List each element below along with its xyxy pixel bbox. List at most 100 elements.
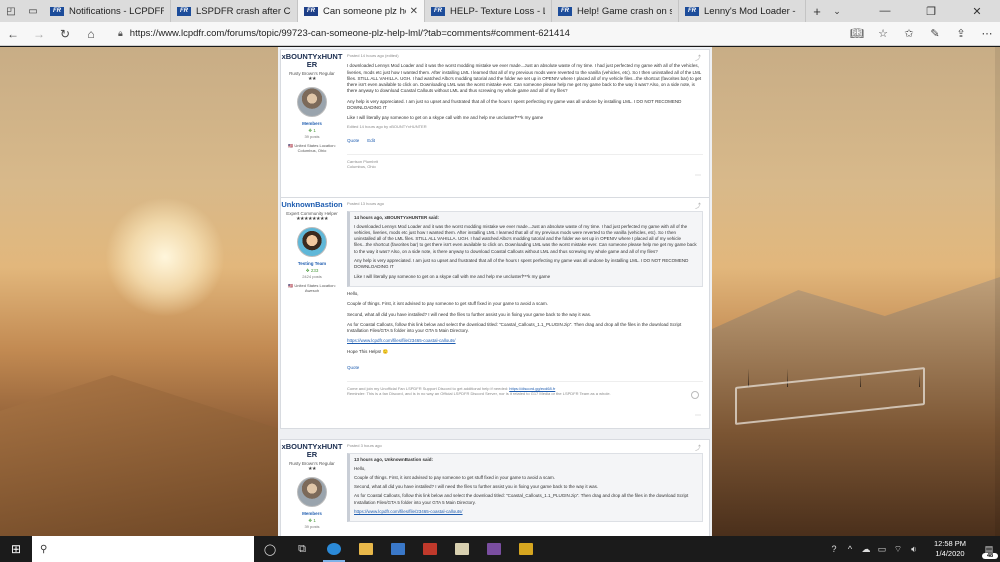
reaction-button[interactable] xyxy=(691,391,699,399)
new-tab-icon[interactable]: + xyxy=(806,4,828,19)
lcpdfr-favicon-icon: FR xyxy=(304,6,318,16)
post-content: Posted 3 hours ago 13 hours ago, Unknown… xyxy=(347,443,703,526)
set-aside-tabs-icon[interactable]: ◰ xyxy=(0,0,22,22)
browser-tab-active[interactable]: FR Can someone plz help? ✕ xyxy=(298,0,425,22)
show-hidden-icons-chevron-icon[interactable]: ^ xyxy=(842,544,858,554)
windows-start-icon[interactable]: ⊞ xyxy=(0,542,32,556)
action-center-icon[interactable]: ▤ 48 xyxy=(978,536,1000,562)
post-signature: Carrison Plumbrit Columbus, Ohio xyxy=(347,154,703,169)
forward-arrow-icon[interactable]: → xyxy=(26,27,52,41)
post-paragraph: Couple of things. First, it isnt advised… xyxy=(347,301,549,307)
battery-icon[interactable]: ▭ xyxy=(874,544,890,555)
refresh-icon[interactable]: ↻ xyxy=(52,27,78,41)
author-location: 🇺🇸 United States Location: Awesoh xyxy=(288,283,336,293)
quote-button[interactable]: Quote xyxy=(347,138,359,144)
avatar[interactable] xyxy=(297,227,327,257)
background-radio-tower xyxy=(748,87,788,387)
url-field[interactable]: 🔒︎ https://www.lcpdfr.com/forums/topic/9… xyxy=(118,25,818,43)
cloud-icon[interactable]: ☁ xyxy=(858,544,874,555)
volume-icon[interactable]: 🔉︎ xyxy=(906,544,922,555)
author-post-count: 39 posts xyxy=(304,134,320,139)
app-icon-red[interactable] xyxy=(414,536,446,562)
help-icon[interactable]: ? xyxy=(826,544,842,554)
taskbar-search-box[interactable]: ⚲ xyxy=(32,536,254,562)
author-post-count: 39 posts xyxy=(304,524,320,529)
openiv-icon[interactable] xyxy=(446,536,478,562)
file-explorer-icon[interactable] xyxy=(350,536,382,562)
quote-button[interactable]: Quote xyxy=(347,365,359,371)
avatar[interactable] xyxy=(297,477,327,507)
author-post-count: 2424 posts xyxy=(302,274,322,279)
browser-tab[interactable]: FR LSPDFR crash after Coastal- xyxy=(171,0,298,22)
tab-preview-icon[interactable]: ▭ xyxy=(22,0,44,22)
avatar[interactable] xyxy=(297,87,327,117)
back-arrow-icon[interactable]: ← xyxy=(0,27,26,41)
coastal-callouts-link[interactable]: https://www.lcpdfr.com/files/file/23465-… xyxy=(354,509,463,514)
quote-block: 13 hours ago, UnknownBastion said: Hello… xyxy=(347,453,703,523)
quote-block: 14 hours ago, xBOUNTYxHUNTER said: I dow… xyxy=(347,211,703,287)
pen-icon[interactable]: ✎ xyxy=(922,27,948,40)
more-menu-icon[interactable]: ⋯ xyxy=(974,27,1000,40)
maximize-icon[interactable]: ❐ xyxy=(908,5,954,18)
quote-paragraph: I downloaded Lennys Mod Loader and it wa… xyxy=(354,223,697,254)
author-username[interactable]: xBOUNTYxHUNTER xyxy=(281,443,343,459)
post-actions: Quote xyxy=(347,365,703,371)
quote-paragraph: Hello, xyxy=(354,465,366,471)
home-icon[interactable]: ⌂ xyxy=(78,27,104,41)
lcpdfr-favicon-icon: FR xyxy=(431,6,445,16)
author-stars: ★★ xyxy=(308,76,316,82)
post-author-panel: UnknownBastion Expert Community Helper ★… xyxy=(281,198,343,294)
browser-tab[interactable]: FR Lenny's Mod Loader - Page xyxy=(679,0,806,22)
author-group: Members xyxy=(302,121,322,126)
winrar-icon[interactable] xyxy=(478,536,510,562)
background-radio-tower xyxy=(860,57,920,387)
report-post-icon[interactable]: ⋯ xyxy=(695,412,701,419)
toolbar-icons: 📖︎ ☆ ✩ ✎ ⇪ ⋯ xyxy=(844,27,1000,40)
close-window-icon[interactable]: ✕ xyxy=(954,5,1000,18)
browser-tab[interactable]: FR Notifications - LCPDFR.com xyxy=(44,0,171,22)
browser-tab[interactable]: FR Help! Game crash on startuj xyxy=(552,0,679,22)
post-author-panel: xBOUNTYxHUNTER Rusty Brown's Regular ★★ … xyxy=(281,440,343,530)
url-path: /forums/topic/99723-can-someone-plz-help… xyxy=(224,28,570,39)
tab-list-chevron-icon[interactable]: ⌄ xyxy=(828,6,846,17)
report-post-icon[interactable]: ⋯ xyxy=(695,172,701,179)
author-username[interactable]: xBOUNTYxHUNTER xyxy=(281,53,343,69)
post-paragraph: Hello, xyxy=(347,290,359,296)
tab-title: Help! Game crash on startuj xyxy=(577,5,672,17)
share-post-icon[interactable]: ⤴ xyxy=(695,53,701,62)
post-paragraph: I downloaded Lennys Mod Loader and it wa… xyxy=(347,63,702,94)
cortana-icon[interactable]: ◯ xyxy=(254,536,286,562)
edit-button[interactable]: Edit xyxy=(367,138,375,144)
post-content: Posted 13 hours ago 14 hours ago, xBOUNT… xyxy=(347,201,703,396)
task-view-icon[interactable]: ⧉ xyxy=(286,536,318,562)
network-icon[interactable]: ⌔ xyxy=(890,544,906,555)
lcpdfr-favicon-icon: FR xyxy=(558,6,572,16)
page-scrollbar[interactable] xyxy=(995,47,1000,536)
rage-app-icon[interactable] xyxy=(510,536,542,562)
close-tab-icon[interactable]: ✕ xyxy=(410,6,418,17)
favorite-star-icon[interactable]: ☆ xyxy=(870,27,896,40)
reading-view-icon[interactable]: 📖︎ xyxy=(844,27,870,40)
notification-count-badge: 48 xyxy=(982,553,998,559)
edge-browser-icon[interactable] xyxy=(318,536,350,562)
browser-tab[interactable]: FR HELP- Texture Loss - LSPDFI xyxy=(425,0,552,22)
coastal-callouts-link[interactable]: https://www.lcpdfr.com/files/file/23465-… xyxy=(347,338,456,343)
post-content: Posted 14 hours ago (edited) I downloade… xyxy=(347,53,703,169)
quote-paragraph: As for Coastal Callouts, follow this lin… xyxy=(354,493,689,505)
taskbar-clock[interactable]: 12:58 PM 1/4/2020 xyxy=(922,539,978,559)
quote-paragraph: Like I will literally pay someone to get… xyxy=(354,273,551,279)
post-timestamp: Posted 3 hours ago xyxy=(347,443,382,448)
store-icon[interactable] xyxy=(382,536,414,562)
lock-icon: 🔒︎ xyxy=(118,28,123,38)
author-username[interactable]: UnknownBastion xyxy=(281,201,343,209)
tab-bar: ◰ ▭ FR Notifications - LCPDFR.com FR LSP… xyxy=(0,0,1000,22)
minimize-icon[interactable]: — xyxy=(862,5,908,18)
post-paragraph: Like I will literally pay someone to get… xyxy=(347,115,544,121)
lcpdfr-favicon-icon: FR xyxy=(50,6,64,16)
share-icon[interactable]: ⇪ xyxy=(948,27,974,40)
share-post-icon[interactable]: ⤴ xyxy=(695,201,701,210)
post-edited-note: Edited 14 hours ago by xBOUNTYxHUNTER xyxy=(347,123,427,129)
share-post-icon[interactable]: ⤴ xyxy=(695,443,701,452)
favorites-list-icon[interactable]: ✩ xyxy=(896,27,922,40)
tab-title: Notifications - LCPDFR.com xyxy=(69,5,164,17)
